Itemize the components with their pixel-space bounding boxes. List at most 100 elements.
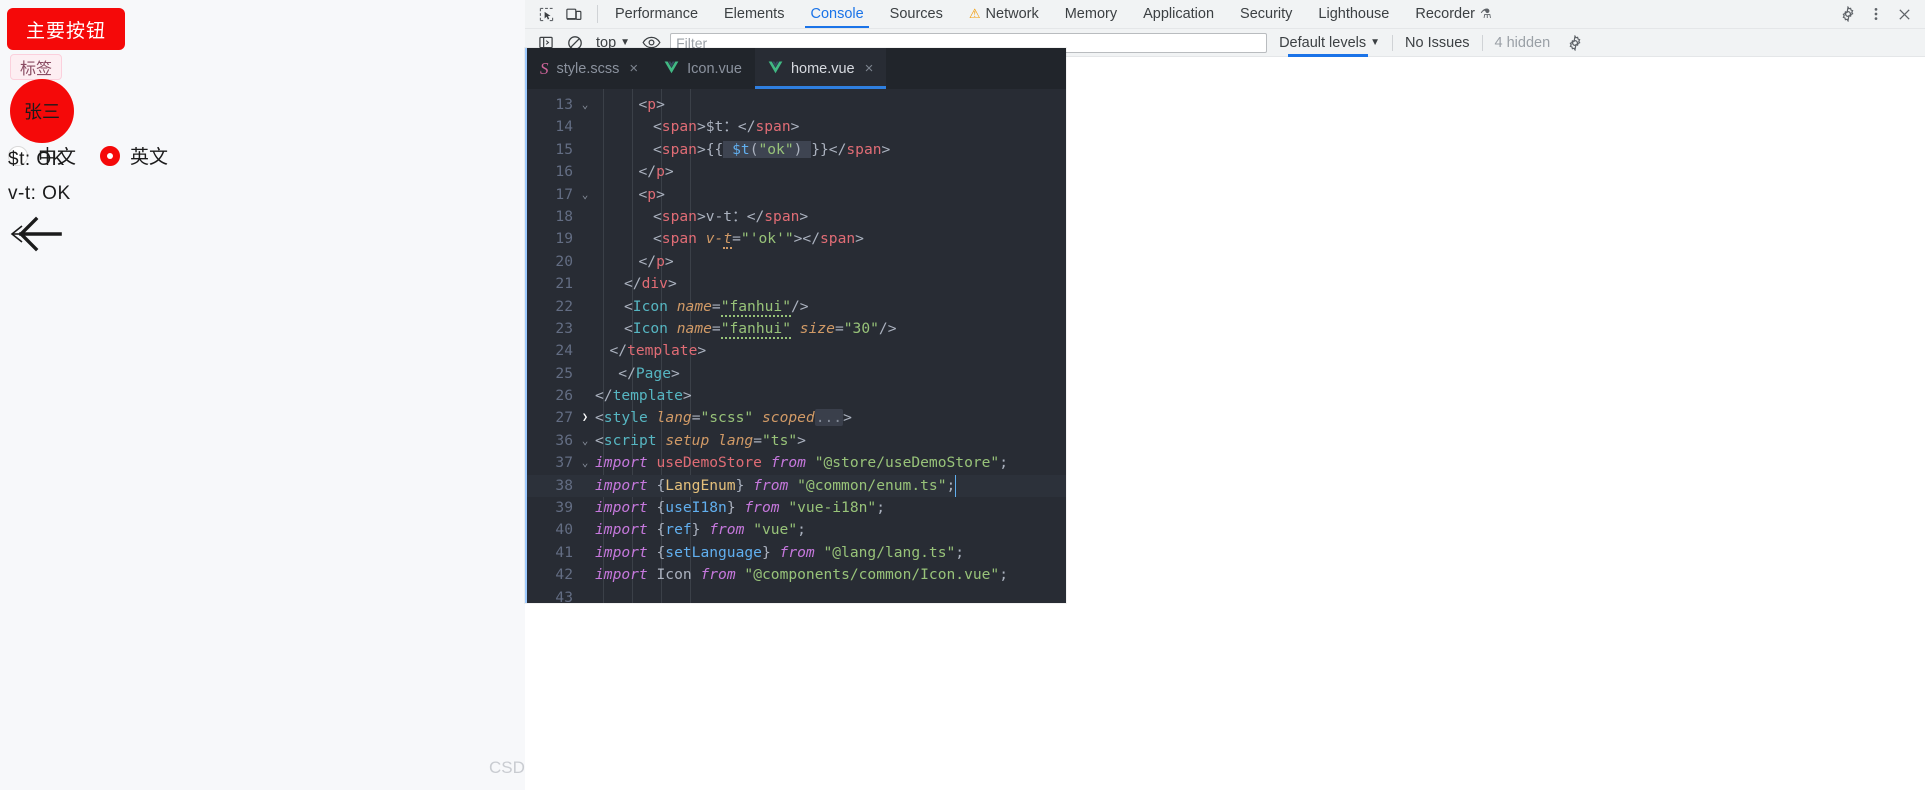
primary-button[interactable]: 主要按钮 — [7, 8, 125, 50]
close-icon[interactable] — [1891, 2, 1917, 26]
editor-tab-style-scss[interactable]: Sstyle.scss × — [527, 48, 651, 89]
fold-expanded-icon[interactable]: ⌄ — [579, 452, 591, 474]
gear-icon[interactable] — [1835, 2, 1861, 26]
text-selection-highlight — [1288, 54, 1368, 57]
screenshot-root: 主要按钮 标签 张三 中文 英文 $t: OK v-t: OK CSDN Per… — [0, 0, 1925, 790]
tab-recorder[interactable]: Recorder ⚗ — [1402, 0, 1504, 28]
code-line[interactable]: 22 <Icon name="fanhui"/> — [527, 296, 1066, 318]
code-text: </template> — [609, 342, 707, 360]
fold-expanded-icon[interactable]: ⌄ — [579, 430, 591, 452]
code-line[interactable]: 37 ⌄ import useDemoStore from "@store/useD… — [527, 452, 1066, 474]
tab-label: Elements — [724, 6, 785, 22]
fold-collapsed-icon[interactable]: ❯ — [579, 407, 591, 429]
code-text: import {LangEnum} from "@common/enum.ts"… — [595, 474, 957, 498]
code-line[interactable]: 24 </template> — [527, 340, 1066, 362]
code-line[interactable]: 25 </Page> — [527, 363, 1066, 385]
tab-label: Console — [810, 6, 864, 22]
code-line[interactable]: 19 <span v-t="'ok'"></span> — [527, 228, 1066, 250]
line-number: 22 — [555, 297, 573, 315]
code-line[interactable]: 26 </template> — [527, 385, 1066, 407]
tab-memory[interactable]: Memory — [1052, 0, 1130, 28]
issues-status[interactable]: No Issues — [1396, 35, 1478, 51]
code-text: <span v-t="'ok'"></span> — [653, 230, 864, 250]
code-line[interactable]: 20 </p> — [527, 251, 1066, 273]
close-tab-icon[interactable]: × — [865, 60, 874, 77]
editor-tab-icon-vue[interactable]: Icon.vue — [651, 48, 755, 89]
editor-tab-home-vue[interactable]: home.vue × — [754, 48, 887, 89]
code-text: <script setup lang="ts"> — [595, 431, 806, 449]
line-number: 27 — [555, 409, 573, 427]
radio-item-english[interactable]: 英文 — [100, 142, 168, 169]
warning-triangle-icon: ⚠ — [968, 6, 981, 21]
code-line[interactable]: 38 import {LangEnum} from "@common/enum.t… — [527, 474, 1066, 498]
code-line[interactable]: 16 </p> — [527, 161, 1066, 183]
flask-icon: ⚗ — [1480, 6, 1492, 21]
line-number: 16 — [555, 163, 573, 181]
hidden-messages-count[interactable]: 4 hidden — [1486, 35, 1560, 51]
fold-expanded-icon[interactable]: ⌄ — [579, 94, 591, 116]
code-text: </template> — [595, 387, 692, 405]
code-text: <span>{{ $t("ok") }}</span> — [653, 140, 891, 158]
fold-expanded-icon[interactable]: ⌄ — [579, 184, 591, 206]
devtools-panel: Performance Elements Console Sources ⚠ Networ… — [525, 0, 1925, 790]
line-number: 40 — [555, 521, 573, 539]
vue-file-icon — [664, 61, 679, 76]
tab-console[interactable]: Console — [797, 0, 876, 28]
tab-sources[interactable]: Sources — [877, 0, 956, 28]
code-area[interactable]: 13 ⌄ <p> 14 <span>$t：</span> 15 <span>{{ $t("o… — [527, 89, 1066, 603]
tab-network[interactable]: ⚠ Network — [956, 0, 1052, 28]
log-levels-label: Default levels — [1279, 34, 1367, 51]
tab-elements[interactable]: Elements — [711, 0, 797, 28]
tab-performance[interactable]: Performance — [602, 0, 711, 28]
filterbar-divider-1 — [1392, 34, 1394, 51]
code-text: </Page> — [609, 364, 680, 382]
code-editor-panel: Sstyle.scss × Icon.vue home.vue × 13 ⌄ <p> 14 <s… — [525, 48, 1066, 603]
code-text: <Icon name="fanhui"/> — [624, 297, 809, 317]
status-badge: 标签 — [10, 54, 63, 80]
line-number: 20 — [555, 252, 573, 270]
code-line[interactable]: 40 import {ref} from "vue"; — [527, 519, 1066, 541]
code-line[interactable]: 21 </div> — [527, 273, 1066, 295]
log-levels-dropdown[interactable]: Default levels ▼ — [1270, 35, 1389, 51]
code-text: import useDemoStore from "@store/useDemo… — [595, 454, 1009, 472]
tab-lighthouse[interactable]: Lighthouse — [1305, 0, 1402, 28]
code-line[interactable]: 36 ⌄ <script setup lang="ts"> — [527, 430, 1066, 452]
code-line[interactable]: 39 import {useI18n} from "vue-i18n"; — [527, 497, 1066, 519]
code-line[interactable]: 27 ❯ <style lang="scss" scoped...> — [527, 407, 1066, 429]
editor-tab-strip: Sstyle.scss × Icon.vue home.vue × — [527, 48, 1066, 89]
sass-file-icon: S — [540, 59, 549, 78]
tab-security[interactable]: Security — [1227, 0, 1305, 28]
tab-label: Performance — [615, 6, 699, 22]
line-number: 17 — [555, 185, 573, 203]
back-arrow-icon[interactable] — [8, 212, 68, 256]
tab-application[interactable]: Application — [1130, 0, 1227, 28]
code-line[interactable]: 43 — [527, 587, 1066, 603]
code-text: import {setLanguage} from "@lang/lang.ts… — [595, 543, 965, 561]
line-number: 38 — [555, 476, 573, 494]
inspect-element-icon[interactable] — [533, 2, 559, 26]
code-line[interactable]: 15 <span>{{ $t("ok") }}</span> — [527, 139, 1066, 161]
line-number: 15 — [555, 140, 573, 158]
console-settings-gear-icon[interactable] — [1562, 31, 1588, 55]
code-line[interactable]: 42 import Icon from "@components/common/I… — [527, 564, 1066, 586]
code-line[interactable]: 13 ⌄ <p> — [527, 94, 1066, 116]
code-line[interactable]: 14 <span>$t：</span> — [527, 116, 1066, 138]
code-text: <span>$t：</span> — [653, 118, 800, 136]
code-line[interactable]: 41 import {setLanguage} from "@lang/lang.… — [527, 542, 1066, 564]
devtools-toolbar-right — [1824, 0, 1925, 28]
line-number: 39 — [555, 499, 573, 517]
device-toolbar-icon[interactable] — [561, 2, 587, 26]
line-number: 37 — [555, 454, 573, 472]
close-tab-icon[interactable]: × — [629, 60, 638, 77]
more-options-icon[interactable] — [1863, 2, 1889, 26]
radio-dot-selected-icon[interactable] — [100, 145, 121, 166]
code-line[interactable]: 17 ⌄ <p> — [527, 184, 1066, 206]
tab-label: Sources — [889, 6, 943, 22]
devtools-tab-strip: Performance Elements Console Sources ⚠ Networ… — [602, 0, 1505, 28]
line-number: 41 — [555, 543, 573, 561]
code-line[interactable]: 23 <Icon name="fanhui" size="30"/> — [527, 318, 1066, 340]
code-line[interactable]: 18 <span>v-t：</span> — [527, 206, 1066, 228]
editor-tab-label: home.vue — [790, 60, 855, 77]
line-number: 19 — [555, 230, 573, 248]
line-number: 18 — [555, 207, 573, 225]
